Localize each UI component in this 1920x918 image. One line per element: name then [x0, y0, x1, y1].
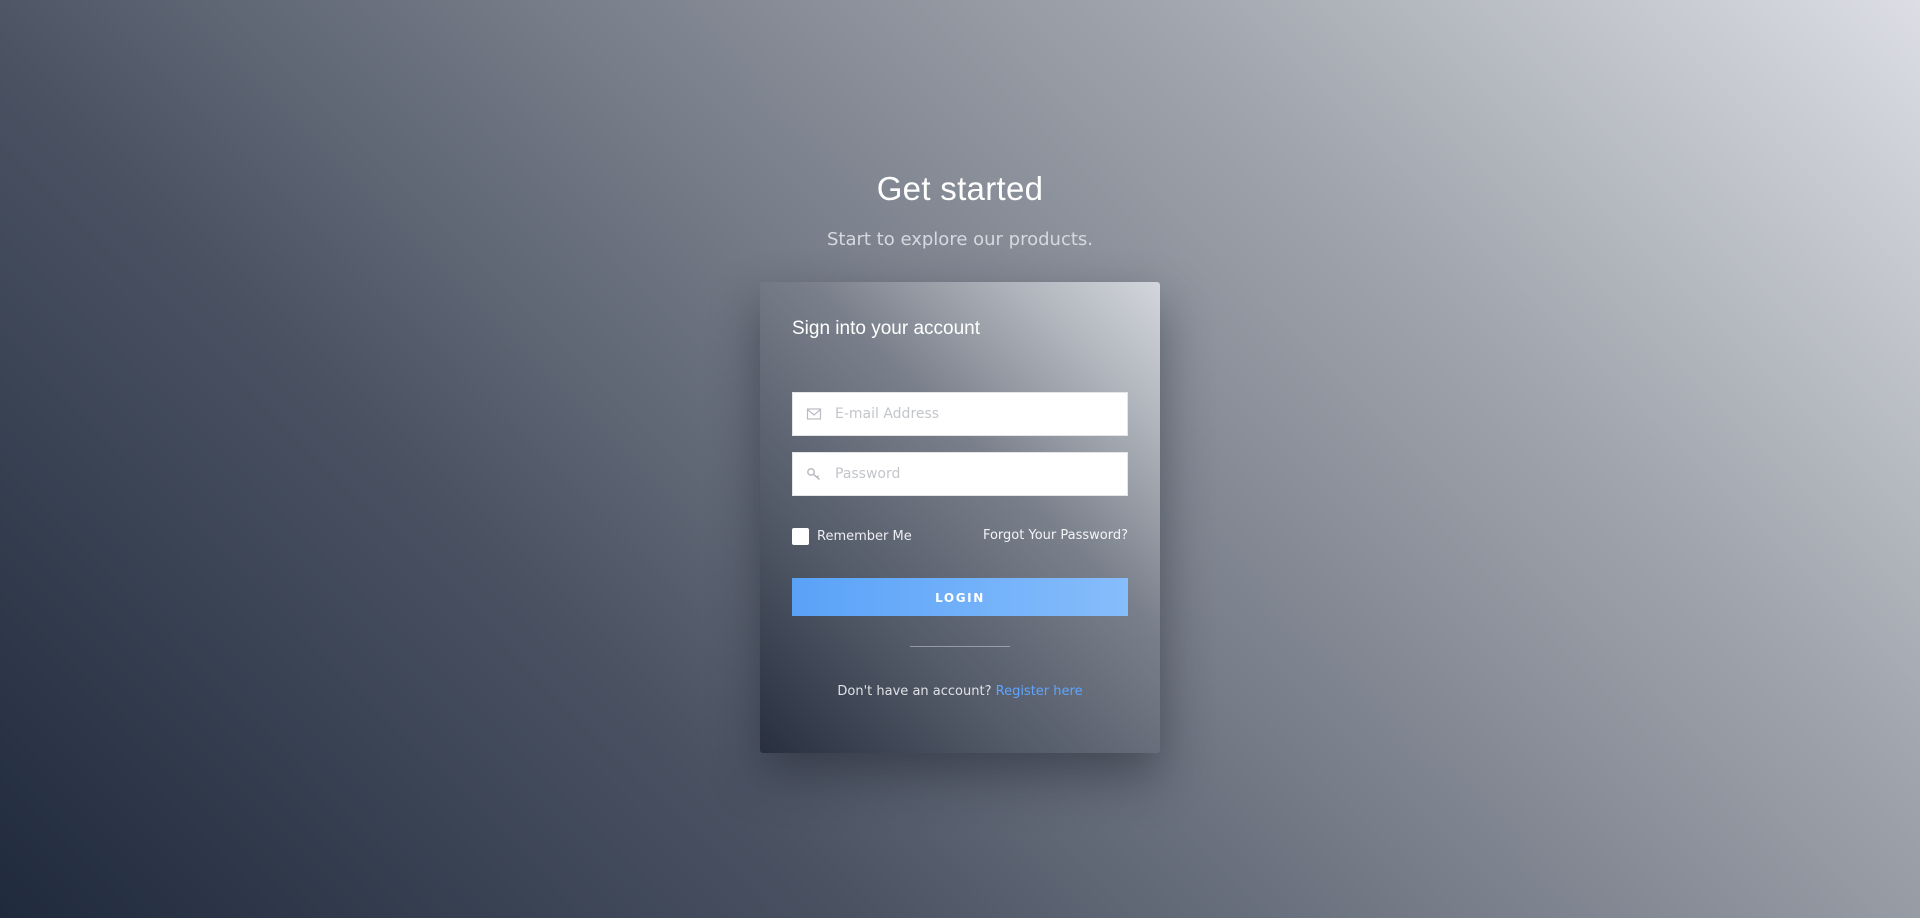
register-link[interactable]: Register here [996, 684, 1083, 699]
divider [910, 646, 1010, 647]
remember-me[interactable]: Remember Me [792, 527, 912, 545]
forgot-password-link[interactable]: Forgot Your Password? [983, 528, 1128, 543]
password-field[interactable] [792, 452, 1128, 496]
password-input[interactable] [835, 453, 1120, 495]
login-card: Sign into your account Remember Me Forgo… [760, 282, 1160, 753]
register-prompt-text: Don't have an account? [837, 684, 992, 699]
remember-me-checkbox[interactable] [792, 527, 809, 545]
login-button[interactable]: LOGIN [792, 578, 1128, 616]
email-input[interactable] [835, 393, 1120, 435]
envelope-icon [806, 406, 822, 422]
remember-me-label[interactable]: Remember Me [817, 529, 912, 544]
register-prompt: Don't have an account? Register here [760, 684, 1160, 699]
page-subtitle: Start to explore our products. [826, 229, 1093, 250]
page-title: Get started [876, 170, 1044, 207]
card-title: Sign into your account [792, 318, 981, 339]
email-field[interactable] [792, 392, 1128, 436]
key-icon [806, 466, 822, 482]
